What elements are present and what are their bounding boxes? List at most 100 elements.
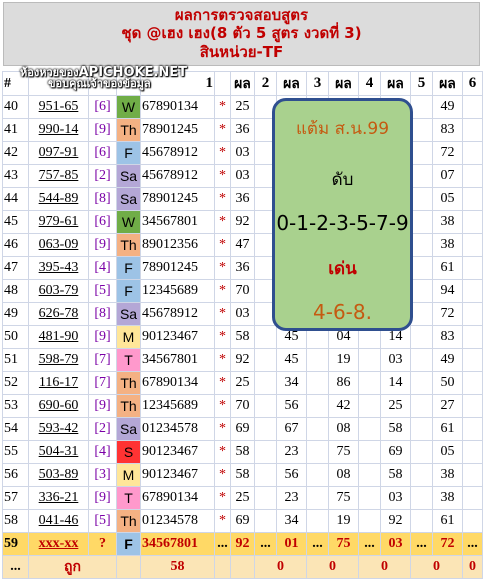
- row-day: S: [116, 440, 141, 464]
- row-v5: 25: [380, 394, 411, 418]
- result-header: ผลการตรวจสอบสูตร ชุด @เฮง เฮง(8 ตัว 5 สู…: [3, 2, 480, 66]
- row-pattern: 12345689: [140, 279, 215, 303]
- row-v6: 38: [432, 210, 463, 234]
- header-pl2: ผล: [276, 71, 307, 96]
- row-pattern: 67890134: [140, 95, 215, 119]
- footer-day: F: [116, 532, 141, 556]
- row-v2: 36: [230, 256, 255, 280]
- row-pattern: 45678912: [140, 302, 215, 326]
- row-number: 544-89: [28, 187, 89, 211]
- row-kind: [6]: [88, 141, 117, 165]
- row-v2: 36: [230, 187, 255, 211]
- row-kind: [7]: [88, 371, 117, 395]
- row-pattern: 34567801: [140, 348, 215, 372]
- row-index: 52: [2, 371, 29, 395]
- row-number: 593-42: [28, 417, 89, 441]
- row-day: M: [116, 463, 141, 487]
- row-pattern: 45678912: [140, 141, 215, 165]
- table-row: 55 504-31 [4] S 90123467 * 58 23 75 69 05: [2, 440, 483, 464]
- summary-strong-label: เด่น: [328, 259, 357, 279]
- row-pattern: 90123467: [140, 463, 215, 487]
- table-row: 53 690-60 [9] Th 12345689 * 70 56 42 25 27: [2, 394, 483, 418]
- table-row: 52 116-17 [7] Th 67890134 * 25 34 86 14 50: [2, 371, 483, 395]
- row-v4: 19: [328, 348, 359, 372]
- header-col2: 2: [254, 71, 277, 96]
- summary-off-digits: 0-1-2-3-5-7-9: [276, 211, 409, 235]
- row-day: F: [116, 141, 141, 165]
- row-index: 46: [2, 233, 29, 257]
- row-v5: 92: [380, 509, 411, 533]
- row-v6: 72: [432, 141, 463, 165]
- score-v1: 58: [140, 555, 215, 579]
- row-index: 53: [2, 394, 29, 418]
- row-v5: 58: [380, 417, 411, 441]
- row-star: *: [214, 164, 231, 188]
- row-v2: 47: [230, 233, 255, 257]
- row-pattern: 90123467: [140, 440, 215, 464]
- row-pattern: 78901245: [140, 118, 215, 142]
- row-number: 116-17: [28, 371, 89, 395]
- summary-score: แต้ม ส.น.99: [295, 119, 390, 139]
- row-pattern: 90123467: [140, 325, 215, 349]
- header-col3: 3: [306, 71, 329, 96]
- table-row: 57 336-21 [9] T 67890134 * 25 23 75 03 38: [2, 486, 483, 510]
- score-v3: 0: [306, 555, 359, 579]
- score-v2: 0: [254, 555, 307, 579]
- row-index: 58: [2, 509, 29, 533]
- score-dots: ...: [2, 555, 29, 579]
- watermark: ห้องหวยของAPICHOKE.NET ขอบคุณเจ้าของข้อม…: [20, 66, 187, 89]
- score-v4: 0: [358, 555, 411, 579]
- footer-number: xxx-xx: [28, 532, 89, 556]
- header-title: ผลการตรวจสอบสูตร: [174, 6, 309, 24]
- row-v4: 08: [328, 463, 359, 487]
- row-day: F: [116, 256, 141, 280]
- row-v6: 61: [432, 417, 463, 441]
- footer-v5: 03: [380, 532, 411, 556]
- row-v3: 67: [276, 417, 307, 441]
- row-star: *: [214, 210, 231, 234]
- row-v3: 56: [276, 394, 307, 418]
- row-kind: [4]: [88, 440, 117, 464]
- row-index: 41: [2, 118, 29, 142]
- row-day: T: [116, 348, 141, 372]
- row-index: 56: [2, 463, 29, 487]
- row-v2: 25: [230, 486, 255, 510]
- row-pattern: 45678912: [140, 164, 215, 188]
- row-v5: 03: [380, 486, 411, 510]
- row-v2: 36: [230, 118, 255, 142]
- header-product: สินหน่วย-TF: [199, 43, 284, 61]
- row-day: Sa: [116, 187, 141, 211]
- row-v6: 61: [432, 509, 463, 533]
- row-v6: 07: [432, 164, 463, 188]
- summary-box: แต้ม ส.น.99 ดับ 0-1-2-3-5-7-9 เด่น 4-6-8…: [272, 98, 413, 331]
- row-pattern: 01234578: [140, 509, 215, 533]
- row-index: 51: [2, 348, 29, 372]
- row-number: 481-90: [28, 325, 89, 349]
- row-day: W: [116, 95, 141, 119]
- row-v4: 75: [328, 486, 359, 510]
- row-number: 598-79: [28, 348, 89, 372]
- row-kind: [8]: [88, 302, 117, 326]
- row-v2: 25: [230, 95, 255, 119]
- row-index: 43: [2, 164, 29, 188]
- row-v3: 34: [276, 509, 307, 533]
- row-day: Sa: [116, 164, 141, 188]
- score-v5: 0: [410, 555, 463, 579]
- row-v2: 69: [230, 417, 255, 441]
- row-v2: 03: [230, 164, 255, 188]
- row-star: *: [214, 118, 231, 142]
- row-day: T: [116, 486, 141, 510]
- row-v4: 08: [328, 417, 359, 441]
- row-v6: 38: [432, 233, 463, 257]
- row-v5: 03: [380, 348, 411, 372]
- row-index: 44: [2, 187, 29, 211]
- header-pl4: ผล: [380, 71, 411, 96]
- row-v5: 14: [380, 371, 411, 395]
- row-index: 57: [2, 486, 29, 510]
- row-v2: 58: [230, 463, 255, 487]
- row-star: *: [214, 325, 231, 349]
- row-star: *: [214, 141, 231, 165]
- row-pattern: 67890134: [140, 371, 215, 395]
- row-v2: 58: [230, 440, 255, 464]
- footer-dots: ...: [214, 532, 231, 556]
